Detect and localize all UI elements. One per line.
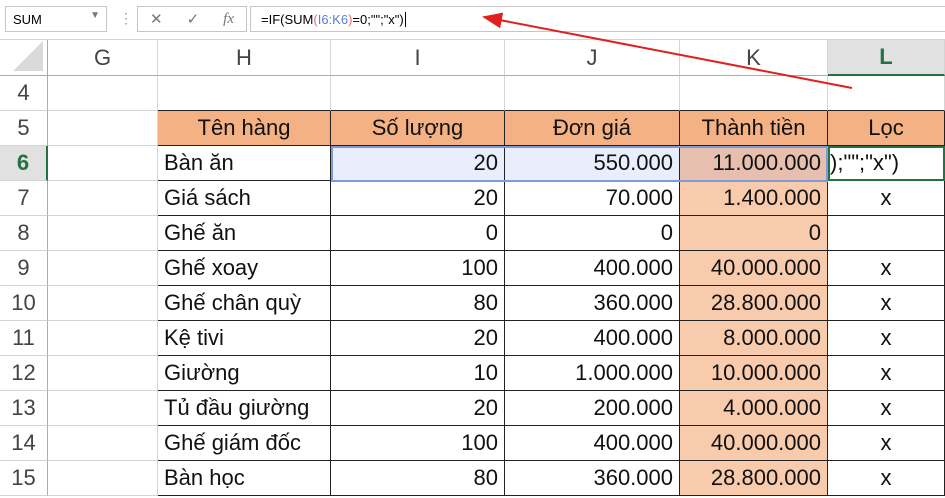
annotation-arrow [482,12,853,89]
arrow-line [482,12,853,89]
